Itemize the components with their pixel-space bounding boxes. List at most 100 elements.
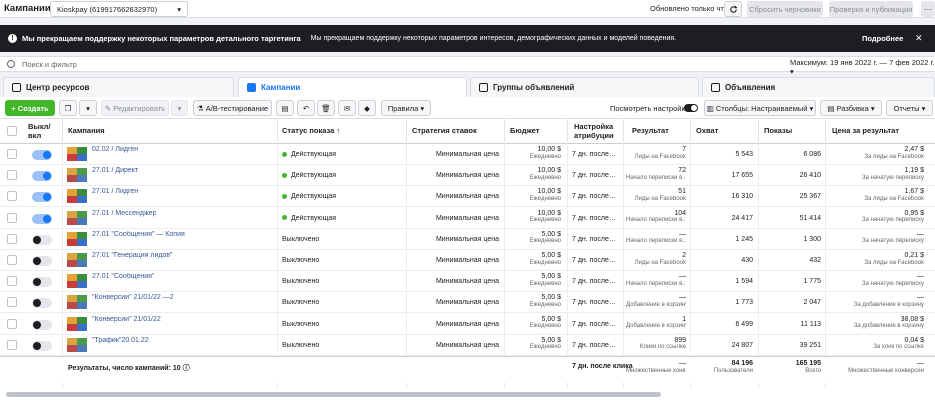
table-row[interactable]: 27.01 / Директ Действующая Минимальная цен…	[0, 165, 935, 188]
tab-resource-center[interactable]: Центр ресурсов	[3, 77, 234, 97]
table-row[interactable]: 27.01 "Сообщения" — Копия Выключено Минима…	[0, 229, 935, 250]
more-menu-button[interactable]: ···	[921, 1, 935, 17]
campaign-toggle[interactable]	[32, 213, 52, 224]
review-publish-button[interactable]: Проверка и публикация	[829, 1, 913, 17]
campaign-name-link[interactable]: 02.02 / Лидген	[92, 146, 138, 167]
budget-cell[interactable]: 5,00 $ Ежедневно	[505, 316, 561, 337]
tag-button[interactable]: ◆	[358, 100, 376, 116]
scrollbar-thumb[interactable]	[6, 392, 661, 397]
duplicate-dropdown[interactable]: ▾	[79, 100, 97, 116]
col-impressions[interactable]: Показы	[760, 119, 824, 144]
campaign-toggle[interactable]	[32, 150, 52, 160]
campaign-name-link[interactable]: 27.01 / Директ	[92, 167, 138, 188]
refresh-button[interactable]	[724, 1, 742, 17]
campaign-toggle[interactable]	[32, 256, 52, 266]
campaign-name-link[interactable]: "Конверсии" 21/01/22	[92, 316, 161, 337]
budget-cell[interactable]: 10,00 $ Ежедневно	[505, 188, 561, 209]
campaign-name-link[interactable]: 27.01 / Лидген	[92, 188, 138, 209]
table-row[interactable]: 27.01 / Лидген Действующая Минимальная цен…	[0, 186, 935, 209]
campaign-name-link[interactable]: "Конверсии" 21/01/22 —2	[92, 294, 174, 315]
reports-button[interactable]: Отчеты ▾	[886, 100, 933, 116]
ab-test-icon: ⚗	[196, 103, 206, 113]
campaign-name-link[interactable]: 27.01 / Мессенджер	[92, 210, 156, 231]
notice-more-link[interactable]: Подробнее	[862, 34, 903, 43]
col-cpr[interactable]: Цена за результат	[828, 119, 928, 144]
col-budget[interactable]: Бюджет	[506, 119, 566, 144]
select-all-checkbox[interactable]	[7, 126, 17, 136]
row-checkbox[interactable]	[7, 191, 17, 202]
row-checkbox[interactable]	[7, 339, 17, 350]
tab-ad-sets[interactable]: Группы объявлений	[470, 77, 699, 97]
campaign-toggle[interactable]	[32, 192, 52, 203]
campaign-thumbnail	[67, 210, 87, 225]
horizontal-scrollbar[interactable]	[0, 389, 935, 401]
campaign-name-link[interactable]: 27.01 "Генерация лидов"	[92, 252, 173, 273]
col-reach[interactable]: Охват	[692, 119, 758, 144]
comment-button[interactable]: ✉	[338, 100, 356, 116]
row-checkbox[interactable]	[7, 170, 17, 181]
table-row[interactable]: 02.02 / Лидген Действующая Минимальная цен…	[0, 144, 935, 165]
trash-button[interactable]: 🗑	[317, 100, 335, 116]
create-button[interactable]: + Создать	[5, 100, 55, 116]
row-checkbox[interactable]	[7, 149, 17, 159]
cpr-cell: 38,08 $ За добавление в корзину	[853, 315, 924, 330]
row-checkbox[interactable]	[7, 233, 17, 244]
budget-cell[interactable]: 5,00 $ Ежедневно	[505, 294, 561, 315]
budget-cell[interactable]: 5,00 $ Ежедневно	[505, 231, 561, 252]
col-campaign[interactable]: Кампания	[64, 119, 274, 144]
budget-cell[interactable]: 10,00 $ Ежедневно	[505, 210, 561, 231]
columns-button[interactable]: ▥ Столбцы: Настраиваемый ▾	[704, 100, 816, 116]
campaign-toggle[interactable]	[32, 340, 52, 351]
table-row[interactable]: 27.01 / Мессенджер Действующая Минимальная…	[0, 208, 935, 229]
campaign-toggle[interactable]	[32, 234, 52, 245]
date-range-picker[interactable]: Максимум: 19 янв 2022 г. — 7 фев 2022 г.…	[790, 58, 935, 76]
col-onoff[interactable]: Выкл/ вкл	[24, 119, 60, 144]
campaign-name-link[interactable]: "Трафик"20.01.22	[92, 337, 149, 358]
campaign-name-link[interactable]: 27.01 "Сообщения" — Копия	[92, 231, 185, 252]
budget-cell[interactable]: 10,00 $ Ежедневно	[505, 146, 561, 167]
duplicate-button[interactable]: ❐	[59, 100, 77, 116]
table-row[interactable]: "Конверсии" 21/01/22 Выключено Минимальная…	[0, 314, 935, 335]
rules-button[interactable]: Правила ▾	[381, 100, 431, 116]
budget-cell[interactable]: 5,00 $ Ежедневно	[505, 273, 561, 294]
row-checkbox[interactable]	[7, 276, 17, 287]
close-icon[interactable]: ✕	[915, 33, 923, 44]
table-row[interactable]: 27.01 "Генерация лидов" Выключено Минималь…	[0, 250, 935, 271]
breakdown-button[interactable]: ▤ Разбивка ▾	[820, 100, 882, 116]
budget-cell[interactable]: 5,00 $ Ежедневно	[505, 252, 561, 273]
col-strategy[interactable]: Стратегия ставок	[408, 119, 503, 144]
totals-cpr: — Множественные конверсии	[848, 360, 924, 375]
undo-button[interactable]: ↶	[297, 100, 315, 116]
campaign-toggle[interactable]	[32, 171, 52, 182]
col-status[interactable]: Статус показа ↑	[278, 119, 406, 144]
view-settings-toggle[interactable]	[684, 104, 698, 112]
campaign-thumbnail	[67, 147, 87, 161]
table-row[interactable]: "Трафик"20.01.22 Выключено Минимальная цен…	[0, 335, 935, 356]
discard-drafts-button[interactable]: Сбросить черновики	[747, 1, 823, 17]
row-checkbox[interactable]	[7, 212, 17, 223]
delete-draft-button[interactable]: ▤	[276, 100, 294, 116]
budget-cell[interactable]: 5,00 $ Ежедневно	[505, 337, 561, 358]
table-row[interactable]: "Конверсии" 21/01/22 —2 Выключено Минималь…	[0, 292, 935, 315]
cpr-cell: — За начатую переписку	[861, 230, 924, 245]
row-checkbox[interactable]	[7, 318, 17, 329]
budget-cell[interactable]: 10,00 $ Ежедневно	[505, 167, 561, 188]
col-result[interactable]: Результат	[628, 119, 688, 144]
campaign-thumbnail	[67, 316, 87, 331]
ab-test-button[interactable]: ⚗ A/B-тестирование	[193, 100, 272, 116]
col-attribution[interactable]: Настройка атрибуции	[570, 119, 620, 144]
search-input[interactable]: Поиск и фильтр	[22, 60, 77, 69]
account-selector[interactable]: Kioskpay (619917662632970) ▾	[50, 1, 188, 17]
row-checkbox[interactable]	[7, 255, 17, 265]
campaign-toggle[interactable]	[32, 298, 52, 309]
tab-campaigns[interactable]: Кампании	[238, 77, 467, 97]
tab-ads[interactable]: Объявления	[702, 77, 935, 97]
chevron-down-icon: ▾	[86, 103, 90, 113]
table-row[interactable]: 27.01 "Сообщения" Выключено Минимальная це…	[0, 271, 935, 294]
campaign-toggle[interactable]	[32, 319, 52, 330]
campaign-toggle[interactable]	[32, 277, 52, 288]
row-checkbox[interactable]	[7, 297, 17, 308]
edit-dropdown[interactable]: ▾	[171, 100, 188, 116]
campaign-name-link[interactable]: 27.01 "Сообщения"	[92, 273, 154, 294]
edit-button[interactable]: ✎ Редактировать	[101, 100, 169, 116]
